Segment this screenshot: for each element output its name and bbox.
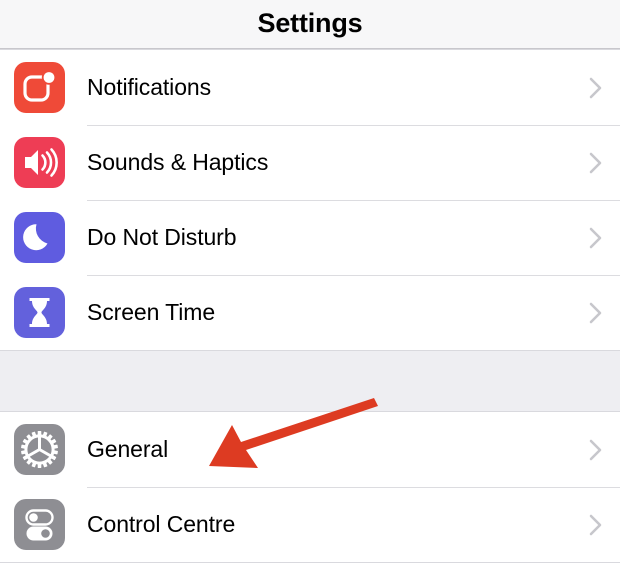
primary-settings-group: Notifications Sounds & Haptics Do Not Di… <box>0 49 620 351</box>
chevron-right-icon <box>589 513 603 537</box>
settings-group-separator <box>0 351 620 411</box>
settings-row-control-centre[interactable]: Control Centre <box>0 487 620 562</box>
notifications-icon <box>14 62 65 113</box>
settings-row-label: Sounds & Haptics <box>87 149 269 175</box>
settings-row-do-not-disturb[interactable]: Do Not Disturb <box>0 200 620 275</box>
chevron-right-icon <box>589 76 603 100</box>
screen-time-icon <box>14 287 65 338</box>
chevron-right-icon <box>589 301 603 325</box>
control-centre-icon <box>14 499 65 550</box>
settings-row-notifications[interactable]: Notifications <box>0 50 620 125</box>
chevron-right-icon <box>589 438 603 462</box>
settings-row-label: Screen Time <box>87 299 216 325</box>
system-settings-group: General Control Centre <box>0 411 620 563</box>
general-gear-icon <box>14 424 65 475</box>
settings-row-general[interactable]: General <box>0 412 620 487</box>
sounds-haptics-icon <box>14 137 65 188</box>
chevron-right-icon <box>589 151 603 175</box>
settings-row-label: General <box>87 436 169 462</box>
settings-row-label: Notifications <box>87 74 211 100</box>
navigation-bar: Settings <box>0 0 620 49</box>
settings-row-screen-time[interactable]: Screen Time <box>0 275 620 350</box>
settings-row-label: Do Not Disturb <box>87 224 237 250</box>
settings-row-sounds-haptics[interactable]: Sounds & Haptics <box>0 125 620 200</box>
chevron-right-icon <box>589 226 603 250</box>
do-not-disturb-icon <box>14 212 65 263</box>
page-title: Settings <box>257 7 363 38</box>
settings-row-label: Control Centre <box>87 511 236 537</box>
settings-screen: Settings Notifications Sounds & Haptics … <box>0 0 620 565</box>
